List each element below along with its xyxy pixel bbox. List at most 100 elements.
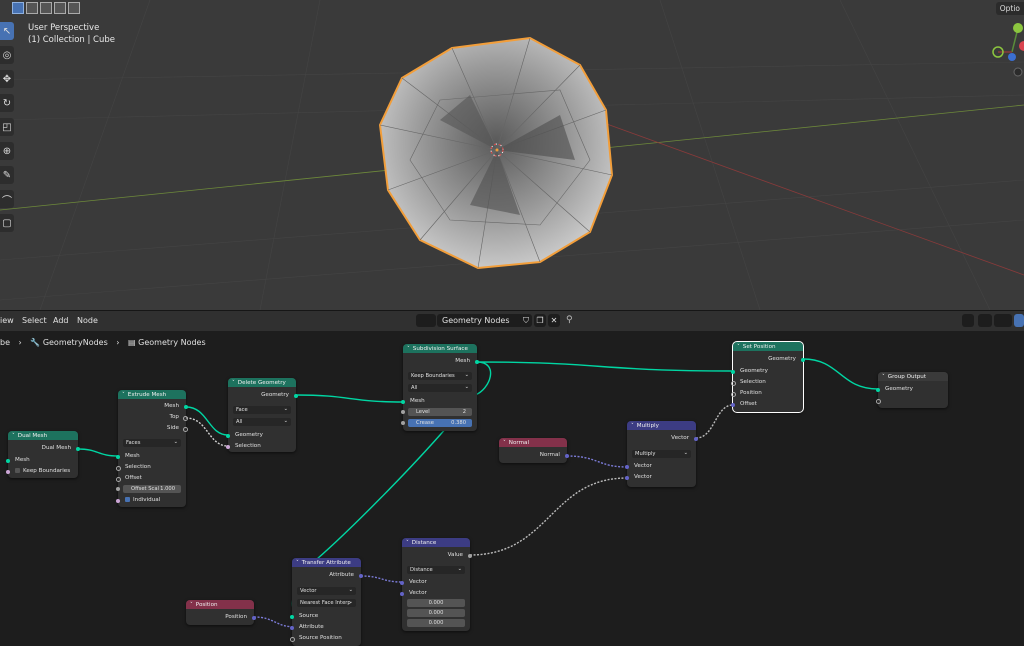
socket-in-geometry[interactable] [876, 388, 880, 392]
socket-in-offset-scale[interactable] [116, 487, 120, 491]
link-dualmesh-extrude [77, 448, 119, 457]
socket-out-attribute[interactable] [359, 574, 363, 578]
output-top: Top [169, 414, 179, 420]
socket-out-geometry[interactable] [801, 358, 805, 362]
input-selection: Selection [125, 464, 151, 470]
input-mesh: Mesh [410, 398, 425, 404]
output-position: Position [225, 614, 247, 620]
collapse-chevron-icon[interactable]: ˅ [406, 540, 409, 546]
node-title: Set Position [742, 343, 776, 350]
node-delete-geometry[interactable]: ˅Delete Geometry Geometry Face All Geome… [226, 378, 298, 452]
input-vector-a: Vector [634, 463, 652, 469]
collapse-chevron-icon[interactable]: ˅ [296, 560, 299, 566]
socket-in-position[interactable] [731, 392, 736, 397]
socket-out-side[interactable] [183, 427, 188, 432]
node-title: Group Output [887, 373, 927, 380]
vector-x-field[interactable]: 0.000 [407, 599, 465, 607]
socket-in-selection[interactable] [116, 466, 121, 471]
vector-y-field[interactable]: 0.000 [407, 609, 465, 617]
node-links [77, 358, 879, 628]
socket-in-offset[interactable] [731, 403, 735, 407]
node-normal[interactable]: ˅ Normal Normal [499, 438, 569, 463]
node-title: Distance [411, 539, 437, 546]
socket-in-crease[interactable] [401, 421, 405, 425]
node-vector-distance[interactable]: ˅Distance Value Distance Vector Vector 0… [400, 538, 472, 631]
input-attribute: Attribute [299, 624, 324, 630]
socket-in-selection[interactable] [731, 381, 736, 386]
socket-in-level[interactable] [401, 410, 405, 414]
data-type-dropdown[interactable]: Vector [297, 586, 356, 595]
operation-dropdown[interactable]: Multiply [632, 449, 691, 458]
socket-out-top[interactable] [183, 416, 188, 421]
collapse-chevron-icon[interactable]: ˅ [190, 602, 193, 608]
socket-out-position[interactable] [252, 616, 256, 620]
socket-in-offset[interactable] [116, 477, 121, 482]
offset-scale-field[interactable]: Offset Scal 1.000 [123, 485, 181, 493]
collapse-chevron-icon[interactable]: ˅ [407, 346, 410, 352]
link-transfer-distance [360, 575, 403, 583]
socket-in-vector-a[interactable] [625, 465, 629, 469]
socket-in-vector-b[interactable] [625, 476, 629, 480]
input-offset: Offset [740, 401, 757, 407]
node-group-output[interactable]: ˅ Group Output Geometry [876, 372, 948, 408]
socket-in-keep-boundaries[interactable] [6, 470, 10, 474]
node-transfer-attribute[interactable]: ˅Transfer Attribute Attribute Vector Nea… [290, 558, 363, 646]
extrude-mode-dropdown[interactable]: Faces [123, 438, 181, 447]
socket-in-individual[interactable] [116, 499, 120, 503]
collapse-chevron-icon[interactable]: ˅ [882, 374, 885, 380]
collapse-chevron-icon[interactable]: ˅ [232, 380, 235, 386]
node-extrude-mesh[interactable]: ˅Extrude Mesh Mesh Top Side Faces Mesh S… [116, 390, 188, 507]
socket-in-geometry[interactable] [226, 434, 230, 438]
collapse-chevron-icon[interactable]: ˅ [122, 392, 125, 398]
socket-out-vector[interactable] [694, 437, 698, 441]
keep-boundaries-checkbox[interactable]: Keep Boundaries [8, 467, 78, 476]
node-title: Dual Mesh [17, 432, 48, 439]
output-dual-mesh: Dual Mesh [41, 445, 71, 451]
socket-out-dual-mesh[interactable] [76, 447, 80, 451]
input-mesh: Mesh [125, 453, 140, 459]
socket-out-geometry[interactable] [294, 394, 298, 398]
socket-in-geometry[interactable] [731, 370, 735, 374]
socket-in-attribute[interactable] [290, 626, 294, 630]
input-vector-b: Vector [409, 590, 427, 596]
boundary-smooth-dropdown[interactable]: Keep Boundaries [408, 371, 472, 380]
socket-in-source[interactable] [290, 615, 294, 619]
mapping-dropdown[interactable]: Nearest Face Interp [297, 598, 356, 607]
socket-out-mesh[interactable] [475, 360, 479, 364]
node-position[interactable]: ˅ Position Position [186, 600, 256, 625]
output-mesh: Mesh [164, 403, 179, 409]
collapse-chevron-icon[interactable]: ˅ [737, 344, 740, 350]
crease-field[interactable]: Crease 0.380 [408, 419, 472, 427]
output-value: Value [447, 552, 463, 558]
node-dual-mesh[interactable]: ˅ Dual Mesh Dual Mesh Mesh Keep Boundarie… [6, 431, 80, 478]
socket-in-source-position[interactable] [290, 637, 295, 642]
node-subdivision-surface[interactable]: ˅ Subdivision Surface Mesh Keep Boundarie… [401, 344, 479, 431]
output-vector: Vector [671, 435, 689, 441]
socket-out-normal[interactable] [565, 454, 569, 458]
collapse-chevron-icon[interactable]: ˅ [503, 440, 506, 446]
input-selection: Selection [740, 379, 766, 385]
socket-in-mesh[interactable] [6, 459, 10, 463]
uv-smooth-dropdown[interactable]: All [408, 383, 472, 392]
socket-in-vector-a[interactable] [400, 581, 404, 585]
socket-out-value[interactable] [468, 554, 472, 558]
delete-mode-dropdown[interactable]: All [233, 417, 291, 426]
socket-in-mesh[interactable] [116, 455, 120, 459]
node-title: Position [195, 601, 218, 608]
link-distance-multiply [469, 477, 628, 556]
socket-in-mesh[interactable] [401, 400, 405, 404]
vector-z-field[interactable]: 0.000 [407, 619, 465, 627]
domain-dropdown[interactable]: Face [233, 405, 291, 414]
collapse-chevron-icon[interactable]: ˅ [12, 433, 15, 439]
node-vector-multiply[interactable]: ˅Multiply Vector Multiply Vector Vector [625, 421, 698, 487]
operation-dropdown[interactable]: Distance [407, 565, 465, 574]
link-subdiv-setpos [476, 361, 734, 372]
socket-in-vector-b[interactable] [400, 592, 404, 596]
socket-out-mesh[interactable] [184, 405, 188, 409]
collapse-chevron-icon[interactable]: ˅ [631, 423, 634, 429]
node-set-position[interactable]: ˅ Set Position Geometry Geometry Selectio… [731, 341, 805, 413]
socket-in-empty[interactable] [876, 399, 881, 404]
individual-checkbox[interactable]: Individual [118, 496, 186, 505]
socket-in-selection[interactable] [226, 445, 230, 449]
level-field[interactable]: Level 2 [408, 408, 472, 416]
